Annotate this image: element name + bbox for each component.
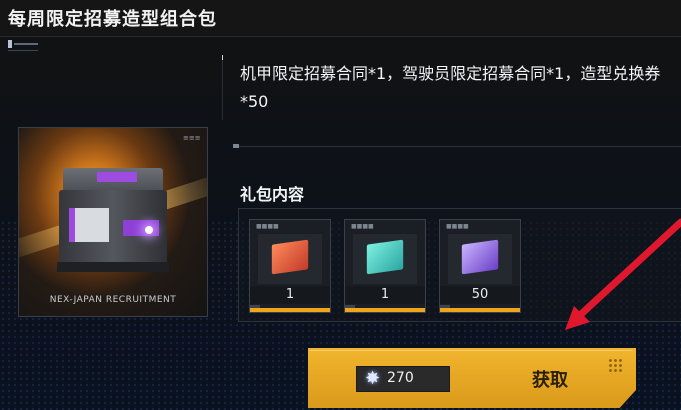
section-divider <box>233 146 681 147</box>
item-slot-style-voucher[interactable]: ■■■■ 50 <box>439 219 521 313</box>
bundle-image-caption: NEX-JAPAN RECRUITMENT <box>49 295 177 305</box>
item-quantity: 1 <box>345 286 425 304</box>
item-slot-mech-contract[interactable]: ■■■■ 1 <box>249 219 331 313</box>
pilot-contract-icon <box>353 234 417 284</box>
supply-crate-icon <box>57 166 169 274</box>
contents-title: 礼包内容 <box>240 185 305 204</box>
title-decoration <box>8 40 38 51</box>
crystal-icon: ✸ <box>365 368 381 389</box>
mech-contract-icon <box>258 234 322 284</box>
divider <box>222 60 223 120</box>
page-title: 每周限定招募造型组合包 <box>8 9 217 30</box>
price-value: 270 <box>387 370 414 386</box>
item-quantity: 1 <box>250 286 330 304</box>
image-tag-icon: ≡≡≡ <box>183 134 201 142</box>
style-voucher-icon <box>448 234 512 284</box>
price-box: ✸ 270 <box>356 366 450 392</box>
item-quantity: 50 <box>440 286 520 304</box>
title-bar: 每周限定招募造型组合包 <box>0 0 681 37</box>
bundle-image: ≡≡≡ NEX-JAPAN RECRUITMENT <box>18 127 208 317</box>
dots-decoration-icon <box>608 358 622 372</box>
item-slot-pilot-contract[interactable]: ■■■■ 1 <box>344 219 426 313</box>
bundle-description: 机甲限定招募合同*1，驾驶员限定招募合同*1，造型兑换券*50 <box>240 64 661 111</box>
purchase-button-label[interactable]: 获取 <box>520 366 580 392</box>
